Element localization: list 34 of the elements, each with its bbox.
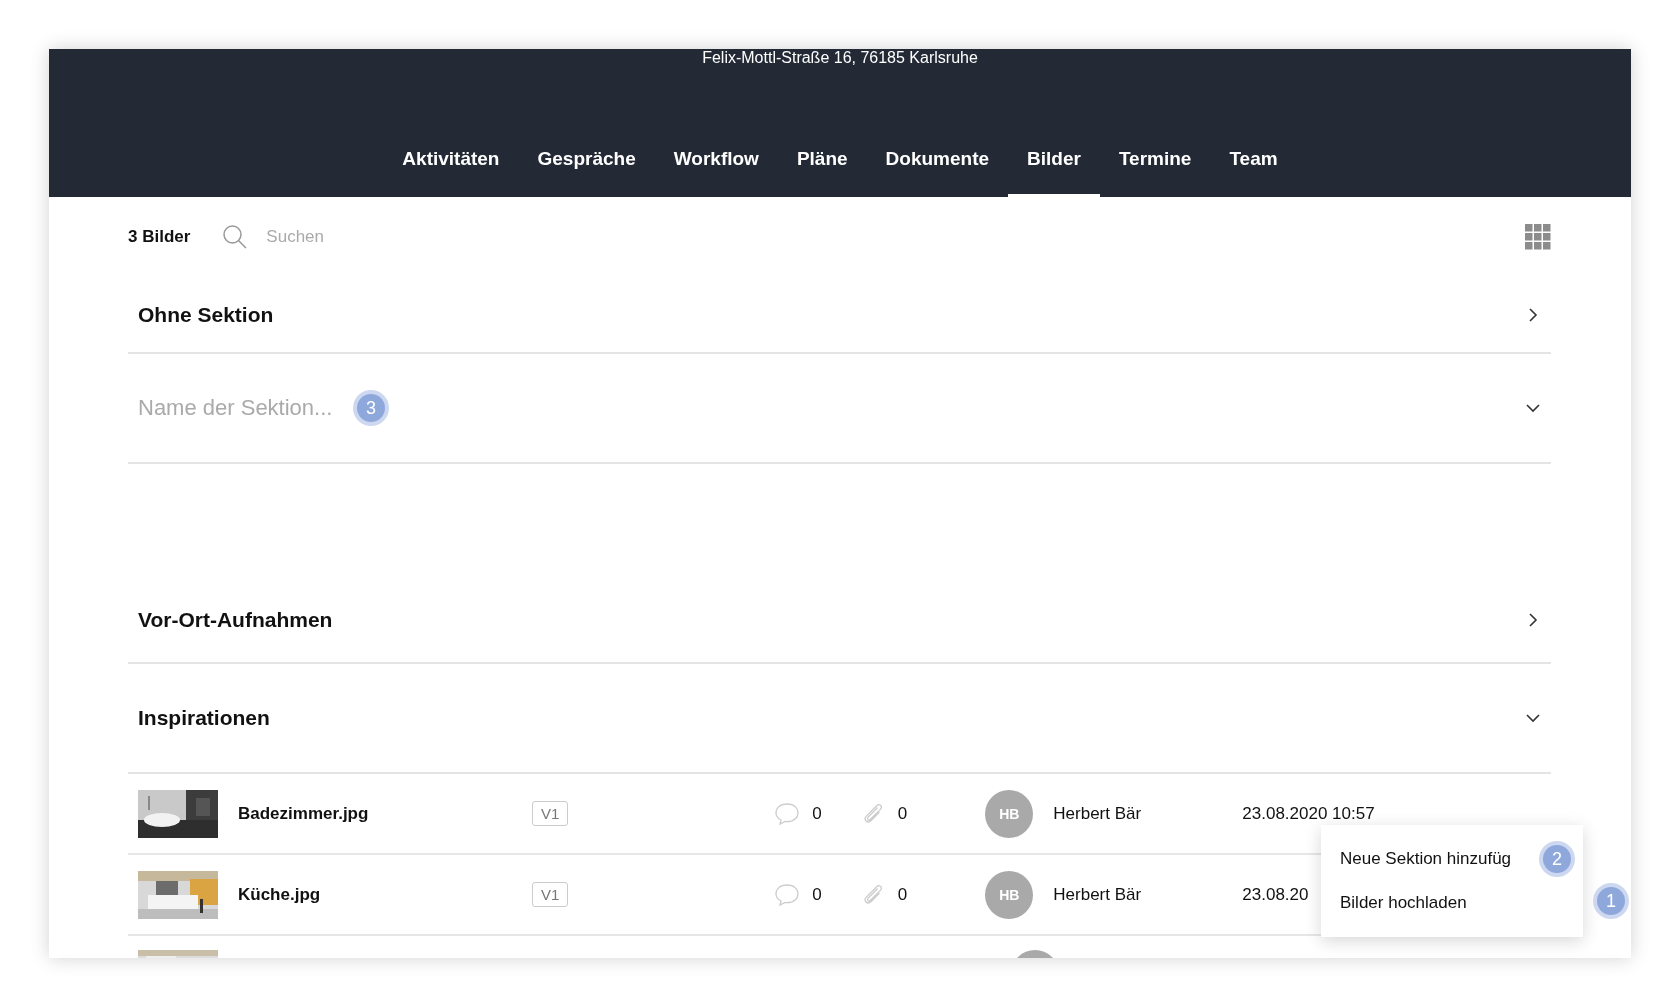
image-count: 3 Bilder	[128, 227, 191, 247]
section-title: Vor-Ort-Aufnahmen	[138, 608, 333, 632]
step-marker: 3	[357, 394, 385, 422]
version-tag: V1	[532, 882, 569, 907]
section-title: Ohne Sektion	[138, 302, 274, 327]
nav-tab[interactable]: Bilder	[1008, 142, 1100, 197]
comment-count: 0	[812, 803, 822, 824]
menu-item[interactable]: Bilder hochladen	[1321, 881, 1486, 925]
nav-tab[interactable]: Gespräche	[518, 142, 655, 197]
comment-count: 0	[812, 884, 822, 905]
version-tag: V1	[532, 801, 569, 826]
author-name: Herbert Bär	[1053, 884, 1143, 905]
nav-tab[interactable]: Aktivitäten	[383, 142, 519, 197]
upload-date: 23.08.2020 10:57	[1242, 803, 1375, 824]
section-title: Inspirationen	[138, 706, 270, 730]
file-name[interactable]: Küche.jpg	[238, 884, 532, 905]
nav-tab[interactable]: Pläne	[777, 142, 867, 197]
avatar: HB	[985, 789, 1034, 838]
nav-tab[interactable]: Dokumente	[866, 142, 1009, 197]
attachment-count: 0	[897, 884, 908, 905]
menu-item[interactable]: Neue Sektion hinzufüg	[1321, 837, 1531, 881]
attachment-count: 0	[897, 803, 908, 824]
step-marker: 2	[1543, 845, 1571, 873]
project-address: Felix-Mottl-Straße 16, 76185 Karlsruhe	[702, 49, 978, 67]
upload-date: 23.08.20	[1242, 884, 1309, 905]
step-marker: 1	[1597, 887, 1625, 915]
avatar: HB	[985, 870, 1034, 919]
author-name: Herbert Bär	[1053, 803, 1143, 824]
grid-view-icon[interactable]	[1525, 224, 1551, 250]
nav-tab[interactable]: Workflow	[654, 142, 778, 197]
search-icon[interactable]	[222, 224, 249, 250]
nav-tab[interactable]: Team	[1210, 142, 1297, 197]
nav-tab[interactable]: Termine	[1099, 142, 1211, 197]
file-name[interactable]: Badezimmer.jpg	[238, 803, 532, 824]
